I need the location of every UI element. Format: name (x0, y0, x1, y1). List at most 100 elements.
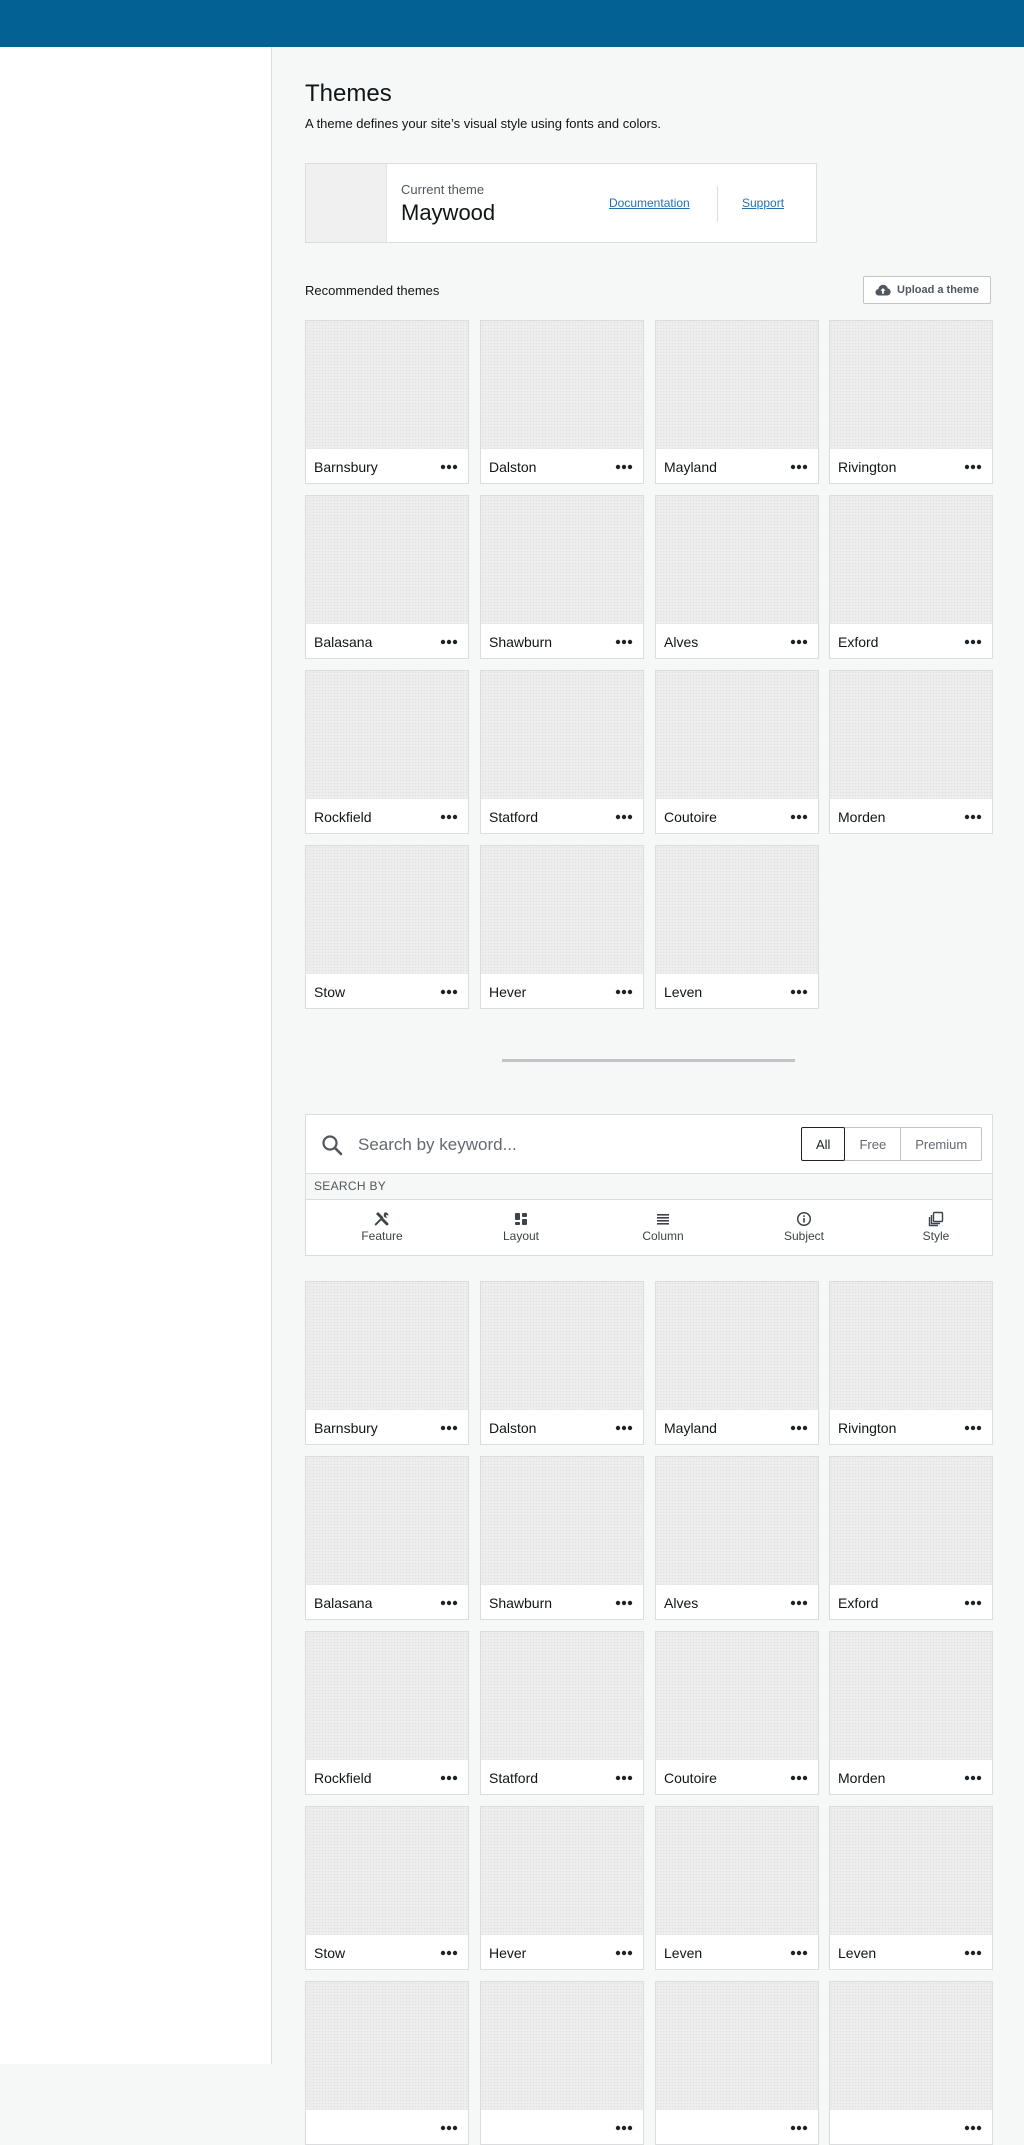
theme-tile[interactable] (480, 1981, 644, 2145)
support-link[interactable]: Support (742, 196, 784, 210)
theme-tile[interactable]: Alves (655, 1456, 819, 1620)
theme-name: Exford (838, 634, 879, 650)
theme-more-button[interactable] (788, 1943, 810, 1963)
more-horizontal-icon (615, 2125, 633, 2131)
theme-screenshot (306, 1632, 468, 1760)
theme-more-button[interactable] (788, 1593, 810, 1613)
cloud-upload-icon (875, 284, 891, 296)
theme-tile[interactable]: Mayland (655, 1281, 819, 1445)
theme-tile[interactable]: Alves (655, 495, 819, 659)
theme-tile[interactable]: Shawburn (480, 495, 644, 659)
theme-more-button[interactable] (788, 807, 810, 827)
theme-more-button[interactable] (788, 982, 810, 1002)
theme-tile[interactable]: Statford (480, 1631, 644, 1795)
theme-tile[interactable]: Leven (655, 845, 819, 1009)
more-horizontal-icon (790, 1775, 808, 1781)
theme-more-button[interactable] (613, 807, 635, 827)
theme-tile[interactable]: Coutoire (655, 1631, 819, 1795)
theme-more-button[interactable] (613, 982, 635, 1002)
theme-more-button[interactable] (613, 632, 635, 652)
more-horizontal-icon (790, 464, 808, 470)
theme-more-button[interactable] (613, 1768, 635, 1788)
theme-tile[interactable]: Balasana (305, 495, 469, 659)
theme-more-button[interactable] (438, 1593, 460, 1613)
theme-tile[interactable]: Stow (305, 1806, 469, 1970)
theme-tile[interactable]: Barnsbury (305, 320, 469, 484)
theme-tile[interactable] (655, 1981, 819, 2145)
theme-more-button[interactable] (438, 1418, 460, 1438)
theme-more-button[interactable] (438, 807, 460, 827)
filter-subject[interactable]: Subject (754, 1211, 854, 1243)
upload-theme-button[interactable]: Upload a theme (863, 276, 991, 304)
theme-tile[interactable]: Statford (480, 670, 644, 834)
theme-more-button[interactable] (438, 1768, 460, 1788)
theme-more-button[interactable] (962, 1943, 984, 1963)
theme-name: Shawburn (489, 634, 553, 650)
theme-more-button[interactable] (788, 1418, 810, 1438)
theme-tile[interactable]: Barnsbury (305, 1281, 469, 1445)
theme-more-button[interactable] (962, 2118, 984, 2138)
theme-more-button[interactable] (438, 457, 460, 477)
theme-more-button[interactable] (962, 1768, 984, 1788)
more-horizontal-icon (790, 989, 808, 995)
theme-name: Stow (314, 984, 346, 1000)
theme-tile[interactable]: Hever (480, 845, 644, 1009)
theme-tile[interactable]: Exford (829, 1456, 993, 1620)
filter-layout[interactable]: Layout (471, 1211, 571, 1243)
theme-tile[interactable]: Hever (480, 1806, 644, 1970)
theme-more-button[interactable] (962, 457, 984, 477)
filter-style[interactable]: Style (886, 1211, 986, 1243)
filter-column[interactable]: Column (613, 1211, 713, 1243)
theme-more-button[interactable] (438, 2118, 460, 2138)
theme-more-button[interactable] (438, 982, 460, 1002)
theme-more-button[interactable] (438, 632, 460, 652)
theme-tile[interactable]: Coutoire (655, 670, 819, 834)
theme-tile[interactable]: Rivington (829, 1281, 993, 1445)
loading-divider (502, 1059, 795, 1062)
theme-tile[interactable] (829, 1981, 993, 2145)
theme-more-button[interactable] (613, 1593, 635, 1613)
theme-more-button[interactable] (788, 457, 810, 477)
theme-screenshot (656, 1457, 818, 1585)
tier-all-button[interactable]: All (801, 1127, 846, 1161)
theme-tile[interactable]: Shawburn (480, 1456, 644, 1620)
theme-tile[interactable]: Leven (655, 1806, 819, 1970)
card-divider (717, 186, 718, 222)
theme-more-button[interactable] (613, 457, 635, 477)
filter-feature[interactable]: Feature (332, 1211, 432, 1243)
page-subtitle: A theme defines your site’s visual style… (305, 116, 662, 131)
theme-tile[interactable]: Exford (829, 495, 993, 659)
theme-more-button[interactable] (613, 2118, 635, 2138)
theme-tile[interactable]: Balasana (305, 1456, 469, 1620)
theme-more-button[interactable] (788, 1768, 810, 1788)
theme-tile[interactable]: Rivington (829, 320, 993, 484)
theme-tile[interactable]: Dalston (480, 320, 644, 484)
theme-tile[interactable] (305, 1981, 469, 2145)
theme-tile[interactable]: Dalston (480, 1281, 644, 1445)
documentation-link[interactable]: Documentation (609, 196, 690, 210)
tier-premium-button[interactable]: Premium (900, 1127, 983, 1161)
search-input[interactable] (356, 1127, 780, 1163)
theme-more-button[interactable] (962, 1418, 984, 1438)
theme-tile[interactable]: Rockfield (305, 670, 469, 834)
theme-more-button[interactable] (962, 1593, 984, 1613)
theme-tile[interactable]: Mayland (655, 320, 819, 484)
theme-more-button[interactable] (962, 807, 984, 827)
theme-more-button[interactable] (613, 1943, 635, 1963)
theme-tile[interactable]: Morden (829, 1631, 993, 1795)
theme-more-button[interactable] (788, 632, 810, 652)
theme-screenshot (306, 671, 468, 799)
theme-more-button[interactable] (613, 1418, 635, 1438)
theme-tile[interactable]: Stow (305, 845, 469, 1009)
more-horizontal-icon (964, 814, 982, 820)
upload-theme-label: Upload a theme (897, 284, 979, 296)
theme-tile[interactable]: Leven (829, 1806, 993, 1970)
more-horizontal-icon (615, 1775, 633, 1781)
theme-more-button[interactable] (788, 2118, 810, 2138)
theme-name: Coutoire (664, 1770, 717, 1786)
theme-tile[interactable]: Morden (829, 670, 993, 834)
theme-tile[interactable]: Rockfield (305, 1631, 469, 1795)
tier-free-button[interactable]: Free (844, 1127, 902, 1161)
theme-more-button[interactable] (438, 1943, 460, 1963)
theme-more-button[interactable] (962, 632, 984, 652)
